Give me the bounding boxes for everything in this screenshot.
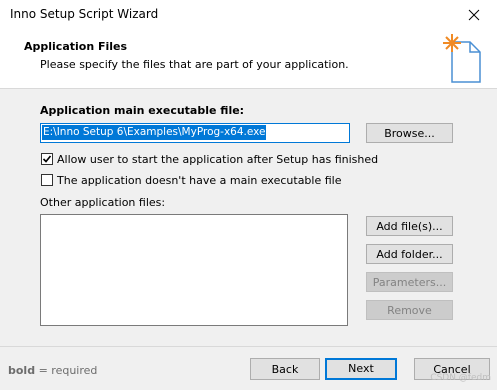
- exe-label: Application main executable file:: [40, 104, 245, 117]
- page-subtitle: Please specify the files that are part o…: [40, 58, 349, 71]
- required-legend: bold = required: [8, 364, 97, 377]
- exe-path-value: E:\Inno Setup 6\Examples\MyProg-x64.exe: [42, 125, 267, 140]
- parameters-button[interactable]: Parameters...: [366, 272, 453, 292]
- close-icon: [468, 9, 480, 21]
- close-button[interactable]: [451, 0, 497, 30]
- other-files-label: Other application files:: [40, 196, 166, 209]
- title-bar: Inno Setup Script Wizard: [0, 0, 497, 30]
- required-legend-bold: bold: [8, 364, 36, 377]
- next-button[interactable]: Next: [325, 358, 397, 380]
- no-exe-checkbox[interactable]: [41, 174, 53, 186]
- footer-separator: [0, 346, 497, 347]
- page-title: Application Files: [24, 40, 128, 53]
- required-legend-text: = required: [35, 364, 98, 377]
- browse-button[interactable]: Browse...: [366, 123, 453, 143]
- remove-button[interactable]: Remove: [366, 300, 453, 320]
- no-exe-label: The application doesn't have a main exec…: [57, 174, 342, 187]
- add-folder-button[interactable]: Add folder...: [366, 244, 453, 264]
- wizard-header: Application Files Please specify the fil…: [0, 30, 497, 89]
- exe-path-input[interactable]: E:\Inno Setup 6\Examples\MyProg-x64.exe: [40, 123, 350, 143]
- wizard-file-icon: [443, 34, 481, 83]
- back-button[interactable]: Back: [250, 358, 320, 380]
- window-title: Inno Setup Script Wizard: [10, 7, 159, 21]
- allow-user-checkbox[interactable]: [41, 153, 53, 165]
- allow-user-label: Allow user to start the application afte…: [57, 153, 379, 166]
- add-files-button[interactable]: Add file(s)...: [366, 216, 453, 236]
- check-icon: [42, 155, 52, 163]
- other-files-list[interactable]: [40, 214, 348, 326]
- watermark: CSDN @fedm: [430, 373, 491, 383]
